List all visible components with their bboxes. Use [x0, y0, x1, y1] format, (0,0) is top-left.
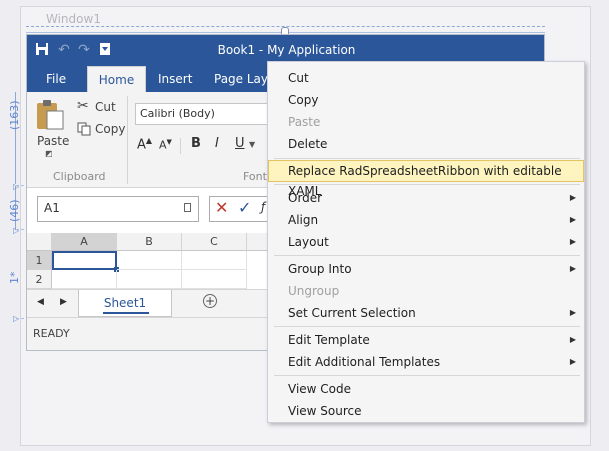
submenu-arrow-icon: ▶ — [569, 215, 576, 224]
grow-font-button[interactable]: A▲ — [137, 136, 152, 152]
menu-separator — [274, 255, 580, 256]
save-icon[interactable] — [34, 42, 50, 58]
tab-home[interactable]: Home — [87, 66, 146, 92]
submenu-arrow-icon: ▶ — [569, 357, 576, 366]
submenu-arrow-icon: ▶ — [569, 308, 576, 317]
paste-icon[interactable] — [35, 99, 65, 135]
context-menu: Cut Copy Paste Delete Replace RadSpreads… — [267, 61, 585, 423]
sheet-tab-label: Sheet1 — [103, 296, 147, 310]
insert-function-icon[interactable]: ƒ — [261, 200, 265, 214]
bold-button[interactable]: B — [191, 136, 201, 151]
ribbon-height-label[interactable]: (163) — [8, 96, 22, 130]
cancel-icon[interactable]: ✕ — [215, 198, 228, 217]
prev-sheet-icon[interactable]: ◀ — [37, 297, 44, 307]
menu-item-cut[interactable]: Cut — [268, 67, 584, 89]
menu-item-set-current-selection-label: Set Current Selection — [288, 306, 416, 320]
italic-button[interactable]: I — [215, 136, 219, 151]
cell-b2[interactable] — [117, 270, 182, 289]
menu-separator — [274, 158, 580, 159]
row-header-1[interactable]: 1 — [27, 251, 52, 270]
menu-item-edit-additional-templates[interactable]: Edit Additional Templates ▶ — [268, 351, 584, 373]
formula-height-label[interactable]: (46) — [8, 196, 22, 222]
menu-item-delete[interactable]: Delete — [268, 133, 584, 155]
customize-qat-icon[interactable] — [97, 42, 113, 58]
row-marker-1-icon[interactable]: ▷ — [13, 182, 19, 191]
menu-separator — [274, 184, 580, 185]
name-box-dropdown-icon[interactable] — [184, 203, 191, 212]
menu-item-edit-template-label: Edit Template — [288, 333, 370, 347]
enter-icon[interactable]: ✓ — [238, 198, 251, 217]
cell-c1[interactable] — [182, 251, 247, 270]
paste-button[interactable]: Paste — [37, 134, 69, 148]
copy-button[interactable]: Copy — [95, 122, 125, 136]
menu-item-ungroup: Ungroup — [288, 284, 340, 298]
menu-item-copy[interactable]: Copy — [268, 89, 584, 111]
ribbon-group-separator — [127, 96, 128, 184]
add-sheet-icon[interactable]: + — [203, 294, 217, 308]
cut-icon[interactable]: ✂ — [77, 98, 89, 114]
font-group-label: Font — [243, 170, 267, 183]
menu-item-view-source[interactable]: View Source — [268, 400, 584, 422]
underline-dropdown-icon[interactable]: ▼ — [249, 140, 255, 149]
menu-separator — [274, 375, 580, 376]
submenu-arrow-icon: ▶ — [569, 193, 576, 202]
menu-item-align-label: Align — [288, 213, 319, 227]
next-sheet-icon[interactable]: ▶ — [60, 297, 67, 307]
font-name-combo[interactable]: Calibri (Body) — [135, 103, 275, 125]
column-header-a[interactable]: A — [52, 233, 117, 251]
select-all-corner[interactable] — [27, 233, 52, 251]
redo-icon[interactable]: ↷ — [76, 42, 92, 58]
window-title: Window1 — [46, 12, 101, 26]
cell-a2[interactable] — [52, 270, 117, 289]
font-separator — [180, 138, 181, 154]
row-header-2[interactable]: 2 — [27, 270, 52, 289]
tab-file[interactable]: File — [46, 66, 66, 92]
grid-star-label[interactable]: 1* — [8, 264, 22, 285]
cell-b1[interactable] — [117, 251, 182, 270]
menu-item-set-current-selection[interactable]: Set Current Selection ▶ — [268, 302, 584, 324]
menu-item-group-into-label: Group Into — [288, 262, 352, 276]
cut-button[interactable]: Cut — [95, 100, 116, 114]
grow-font-label: A — [137, 137, 146, 153]
cell-a1[interactable] — [52, 251, 117, 270]
menu-item-replace-ribbon[interactable]: Replace RadSpreadsheetRibbon with editab… — [268, 160, 584, 198]
menu-item-order[interactable]: Order ▶ — [268, 187, 584, 209]
clipboard-group-label: Clipboard — [53, 170, 106, 183]
column-header-b[interactable]: B — [117, 233, 182, 251]
shrink-font-label: A — [159, 138, 167, 152]
menu-item-layout[interactable]: Layout ▶ — [268, 231, 584, 253]
submenu-arrow-icon: ▶ — [569, 237, 576, 246]
copy-icon[interactable] — [77, 121, 91, 140]
submenu-arrow-icon: ▶ — [569, 264, 576, 273]
menu-item-align[interactable]: Align ▶ — [268, 209, 584, 231]
status-text: READY — [33, 327, 70, 340]
menu-item-view-code[interactable]: View Code — [268, 378, 584, 400]
menu-item-order-label: Order — [288, 191, 323, 205]
shrink-font-button[interactable]: A▼ — [159, 138, 172, 152]
cell-c2[interactable] — [182, 270, 247, 289]
name-box-value: A1 — [44, 201, 60, 215]
undo-icon[interactable]: ↶ — [56, 42, 72, 58]
row-marker-2-icon[interactable]: ▷ — [13, 226, 19, 235]
menu-item-edit-additional-templates-label: Edit Additional Templates — [288, 355, 441, 369]
menu-separator — [274, 326, 580, 327]
tab-insert[interactable]: Insert — [158, 66, 192, 92]
submenu-arrow-icon: ▶ — [569, 335, 576, 344]
column-header-c[interactable]: C — [182, 233, 247, 251]
name-box[interactable]: A1 — [37, 196, 199, 222]
paste-dropdown-icon[interactable]: ◩ — [45, 149, 53, 158]
sheet-tab-sheet1[interactable]: Sheet1 — [78, 290, 172, 317]
sheet-tab-underline — [103, 312, 149, 314]
menu-item-paste: Paste — [288, 115, 321, 129]
menu-item-layout-label: Layout — [288, 235, 329, 249]
menu-item-edit-template[interactable]: Edit Template ▶ — [268, 329, 584, 351]
menu-item-group-into[interactable]: Group Into ▶ — [268, 258, 584, 280]
underline-button[interactable]: U — [235, 136, 245, 151]
